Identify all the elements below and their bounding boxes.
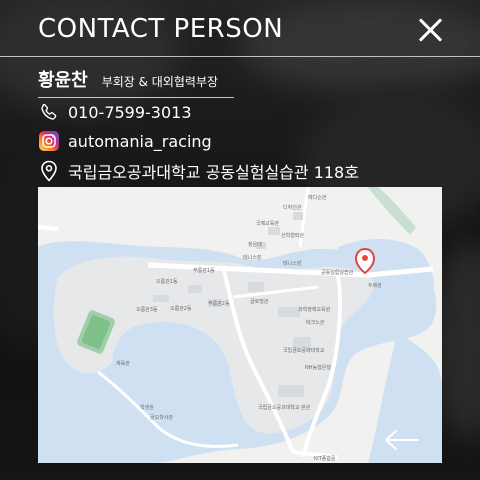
map-label: 체육관	[116, 360, 130, 367]
address-row: 국립금오공과대학교 공동실험실습관 118호	[38, 158, 359, 184]
campus-map[interactable]: 디자인관 메디슨관 국제교육관 산학협력관 청운대 테니스장 공동실험실습관 두…	[38, 187, 442, 463]
person-heading: 황윤찬 부회장 & 대외협력부장	[38, 66, 218, 94]
map-label: 국립금오공과대학교 본관	[258, 404, 311, 411]
map-label: 학생관	[140, 404, 154, 411]
map-label: 오름관2동	[170, 305, 192, 312]
person-role: 부회장 & 대외협력부장	[101, 75, 219, 89]
person-name: 황윤찬	[38, 70, 88, 91]
map-label: 과학영재교육원	[298, 306, 331, 313]
map-label: 테니스장	[243, 254, 262, 261]
location-pin-icon	[38, 160, 60, 182]
map-label: 테크노관	[306, 319, 325, 326]
phone-row[interactable]: 010-7599-3013	[38, 99, 192, 125]
map-label: 푸름관2동	[208, 300, 230, 307]
name-divider	[38, 97, 234, 98]
map-label: NH농협은행	[305, 364, 331, 371]
map-label: 국립금오공과대학교	[283, 347, 325, 354]
map-label: 메디슨관	[308, 194, 327, 201]
instagram-row[interactable]: automania_racing	[38, 128, 212, 154]
map-label: 국제교육관	[256, 220, 279, 227]
header-divider	[0, 56, 480, 57]
map-label: KIT종합문	[314, 455, 336, 462]
map-label: 테니스장	[283, 260, 302, 267]
map-label: 두레관	[368, 282, 382, 289]
phone-number[interactable]: 010-7599-3013	[68, 103, 192, 122]
phone-icon	[38, 101, 60, 123]
map-label: 디자인관	[283, 204, 302, 211]
map-label: 오름관3동	[136, 306, 158, 313]
map-label: 산학협력관	[281, 232, 304, 239]
map-label: 금오학사관	[150, 414, 173, 421]
instagram-handle[interactable]: automania_racing	[68, 132, 212, 151]
back-arrow-icon[interactable]	[382, 425, 422, 455]
map-label: 푸름관1동	[193, 267, 215, 274]
address-text: 국립금오공과대학교 공동실험실습관 118호	[68, 163, 359, 182]
map-label: 글로벌관	[250, 298, 269, 305]
map-label: 청운대	[248, 241, 262, 248]
close-icon[interactable]	[414, 14, 446, 46]
map-label: 오름관1동	[156, 278, 178, 285]
page-title: CONTACT PERSON	[38, 14, 284, 44]
header: CONTACT PERSON	[0, 0, 480, 62]
instagram-icon	[38, 130, 60, 152]
map-label: 공동실험실습관	[321, 269, 354, 276]
